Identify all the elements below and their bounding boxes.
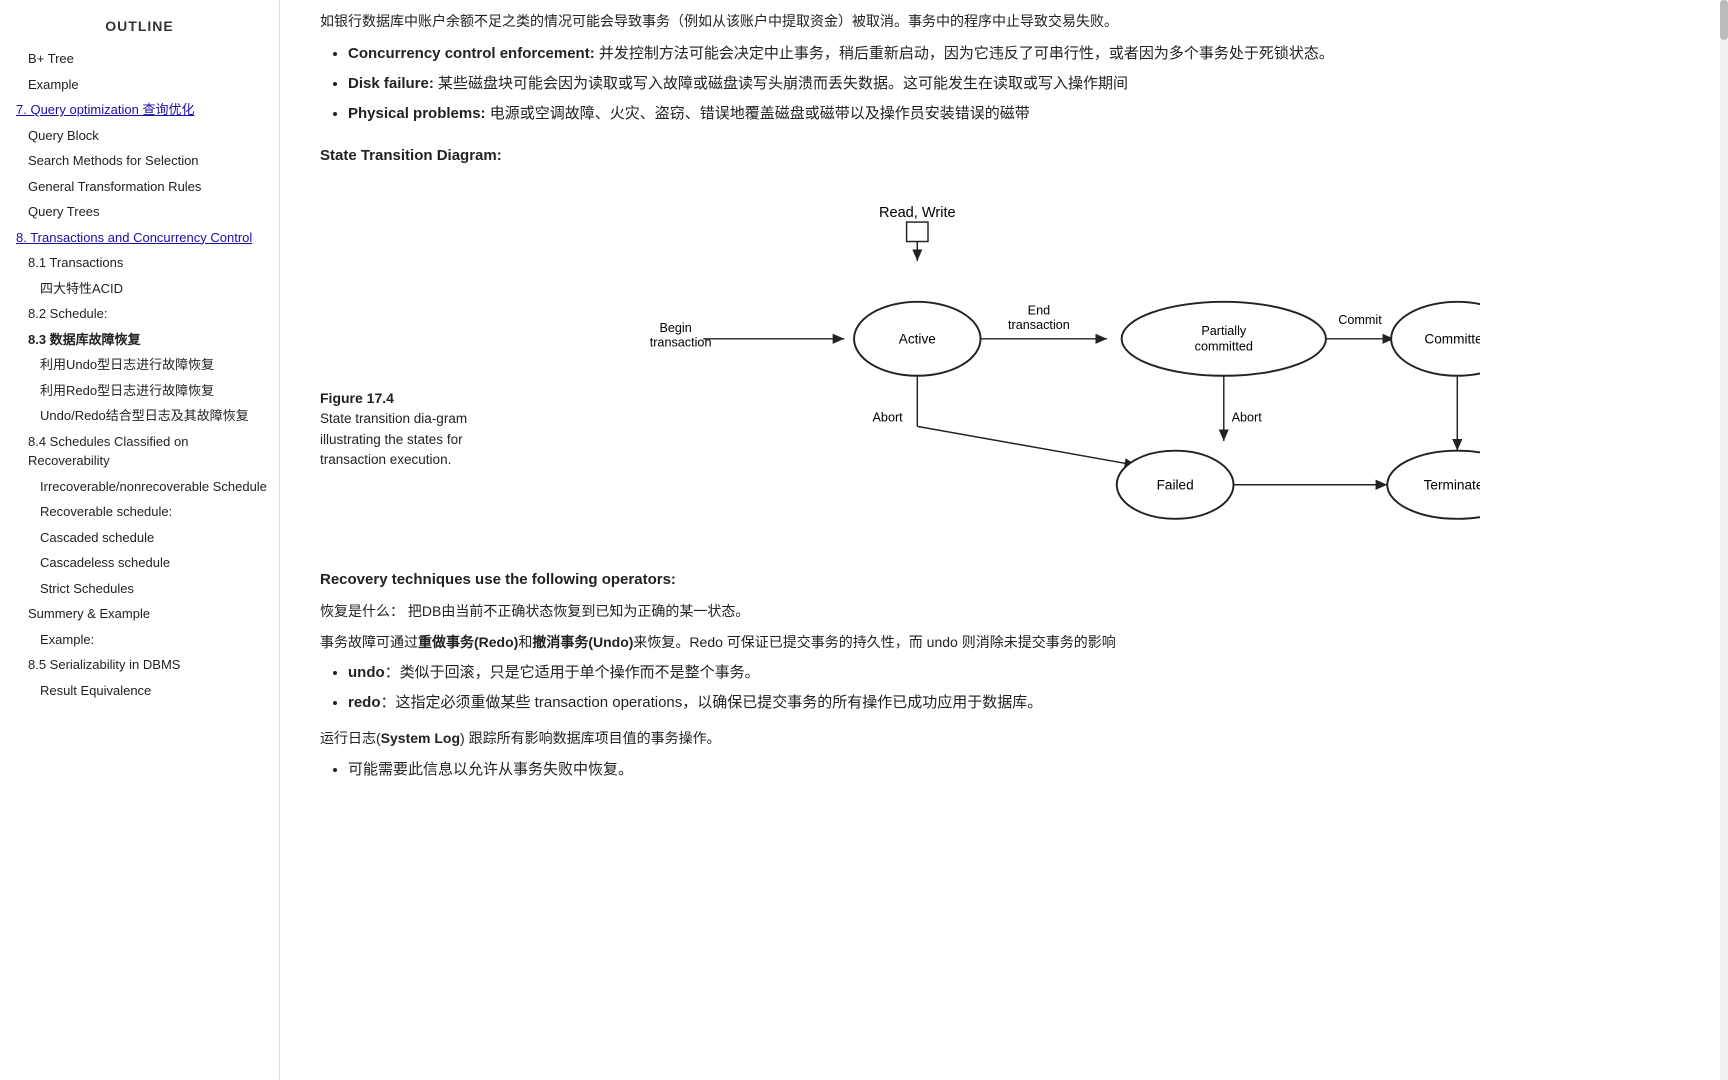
- undo-label: undo: [348, 664, 385, 681]
- sidebar-link-query-optimization[interactable]: 7. Query optimization 查询优化: [16, 102, 194, 117]
- sidebar-item-transactions-8-1[interactable]: 8.1 Transactions: [0, 250, 279, 276]
- scrollbar-thumb[interactable]: [1720, 0, 1728, 40]
- bullet-concurrency-text: 并发控制方法可能会决定中止事务，稍后重新启动，因为它违反了可串行性，或者因为多个…: [599, 45, 1334, 62]
- label-active: Active: [899, 332, 936, 347]
- sidebar-item-serializability[interactable]: 8.5 Serializability in DBMS: [0, 652, 279, 678]
- label-failed: Failed: [1157, 478, 1194, 493]
- figure-caption: Figure 17.4 State transition dia-gram il…: [320, 388, 530, 470]
- main-content: 如银行数据库中账户余额不足之类的情况可能会导致事务（例如从该账户中提取资金）被取…: [280, 0, 1720, 1080]
- sidebar-item-transactions[interactable]: 8. Transactions and Concurrency Control: [0, 225, 279, 251]
- sidebar-item-query-block[interactable]: Query Block: [0, 123, 279, 149]
- sidebar-item-acid[interactable]: 四大特性ACID: [0, 276, 279, 302]
- intro-paragraph: 如银行数据库中账户余额不足之类的情况可能会导致事务（例如从该账户中提取资金）被取…: [320, 10, 1680, 32]
- label-partially-1: Partially: [1201, 324, 1247, 338]
- bullet-undo: undo：类似于回滚，只是它适用于单个操作而不是整个事务。: [348, 661, 1680, 685]
- system-log-bullets: 可能需要此信息以允许从事务失败中恢复。: [320, 758, 1680, 782]
- sidebar-item-schedule-8-2[interactable]: 8.2 Schedule:: [0, 301, 279, 327]
- sidebar-item-general-transform[interactable]: General Transformation Rules: [0, 174, 279, 200]
- figure-description: State transition dia-gram illustrating t…: [320, 409, 530, 470]
- sidebar-item-query-optimization[interactable]: 7. Query optimization 查询优化: [0, 97, 279, 123]
- label-terminated: Terminated: [1424, 478, 1480, 493]
- sidebar-item-cascaded[interactable]: Cascaded schedule: [0, 525, 279, 551]
- state-transition-svg: Read, Write Begin transaction Active End…: [520, 188, 1480, 548]
- sidebar-items-container: B+ TreeExample 7. Query optimization 查询优化…: [0, 46, 279, 703]
- label-end-2: transaction: [1008, 318, 1070, 332]
- sidebar-item-strict[interactable]: Strict Schedules: [0, 576, 279, 602]
- recovery-line2: 事务故障可通过重做事务(Redo)和撤消事务(Undo)来恢复。Redo 可保证…: [320, 631, 1680, 653]
- sidebar-item-query-trees[interactable]: Query Trees: [0, 199, 279, 225]
- sidebar-item-undo-redo-recovery[interactable]: Undo/Redo结合型日志及其故障恢复: [0, 403, 279, 429]
- sidebar: OUTLINE B+ TreeExample 7. Query optimizat…: [0, 0, 280, 1080]
- bullet-physical-label: Physical problems:: [348, 105, 486, 122]
- sidebar-item-schedules-classified[interactable]: 8.4 Schedules Classified on Recoverabili…: [0, 429, 279, 474]
- sidebar-item-result-equivalence[interactable]: Result Equivalence: [0, 678, 279, 704]
- label-partially-2: committed: [1195, 340, 1253, 354]
- label-commit: Commit: [1338, 314, 1382, 328]
- undo-text: ：类似于回滚，只是它适用于单个操作而不是整个事务。: [385, 664, 760, 681]
- bullet-concurrency: Concurrency control enforcement: 并发控制方法可…: [348, 42, 1680, 66]
- sidebar-item-search-methods[interactable]: Search Methods for Selection: [0, 148, 279, 174]
- sidebar-item-irrecoverable[interactable]: Irrecoverable/nonrecoverable Schedule: [0, 474, 279, 500]
- sidebar-item-redo-recovery[interactable]: 利用Redo型日志进行故障恢复: [0, 378, 279, 404]
- sidebar-item-recoverable[interactable]: Recoverable schedule:: [0, 499, 279, 525]
- label-abort1: Abort: [873, 411, 904, 425]
- bullet-disk-text: 某些磁盘块可能会因为读取或写入故障或磁盘读写头崩溃而丢失数据。这可能发生在读取或…: [438, 75, 1128, 92]
- sidebar-item-summery[interactable]: Summery & Example: [0, 601, 279, 627]
- bullet-redo: redo：这指定必须重做某些 transaction operations，以确…: [348, 691, 1680, 715]
- sidebar-item-undo-recovery[interactable]: 利用Undo型日志进行故障恢复: [0, 352, 279, 378]
- bullet-physical-text: 电源或空调故障、火灾、盗窃、错误地覆盖磁盘或磁带以及操作员安装错误的磁带: [490, 105, 1030, 122]
- label-committed: Committed: [1424, 332, 1480, 347]
- sidebar-item-example-2[interactable]: Example:: [0, 627, 279, 653]
- label-read-write: Read, Write: [879, 206, 956, 222]
- label-begin-1: Begin: [659, 321, 691, 335]
- label-end-1: End: [1028, 304, 1050, 318]
- redo-text: ：这指定必须重做某些 transaction operations，以确保已提交…: [381, 694, 1043, 711]
- recovery-intro: 恢复是什么： 把DB由当前不正确状态恢复到已知为正确的某一状态。: [320, 600, 1680, 622]
- figure-title: Figure 17.4: [320, 388, 530, 409]
- system-log-line: 运行日志(System Log) 跟踪所有影响数据库项目值的事务操作。: [320, 727, 1680, 749]
- scrollbar-track[interactable]: [1720, 0, 1728, 1080]
- bullet-physical: Physical problems: 电源或空调故障、火灾、盗窃、错误地覆盖磁盘…: [348, 102, 1680, 126]
- sidebar-link-transactions[interactable]: 8. Transactions and Concurrency Control: [16, 230, 252, 245]
- recovery-bullets-list: undo：类似于回滚，只是它适用于单个操作而不是整个事务。 redo：这指定必须…: [320, 661, 1680, 715]
- label-begin-2: transaction: [650, 336, 712, 350]
- bullet-concurrency-label: Concurrency control enforcement:: [348, 45, 595, 62]
- sidebar-item-b-plus-tree[interactable]: B+ Tree: [0, 46, 279, 72]
- state-transition-title: State Transition Diagram:: [320, 144, 1680, 168]
- sidebar-item-cascadeless[interactable]: Cascadeless schedule: [0, 550, 279, 576]
- recovery-title: Recovery techniques use the following op…: [320, 568, 1680, 592]
- sidebar-item-example-1[interactable]: Example: [0, 72, 279, 98]
- failure-types-list: Concurrency control enforcement: 并发控制方法可…: [320, 42, 1680, 126]
- label-abort2: Abort: [1232, 411, 1263, 425]
- sidebar-item-db-recovery[interactable]: 8.3 数据库故障恢复: [0, 327, 279, 353]
- sidebar-title: OUTLINE: [0, 10, 279, 46]
- state-transition-diagram-container: Read, Write Begin transaction Active End…: [320, 188, 1680, 548]
- system-log-bullet: 可能需要此信息以允许从事务失败中恢复。: [348, 758, 1680, 782]
- bullet-disk: Disk failure: 某些磁盘块可能会因为读取或写入故障或磁盘读写头崩溃而…: [348, 72, 1680, 96]
- bullet-disk-label: Disk failure:: [348, 75, 434, 92]
- redo-label: redo: [348, 694, 381, 711]
